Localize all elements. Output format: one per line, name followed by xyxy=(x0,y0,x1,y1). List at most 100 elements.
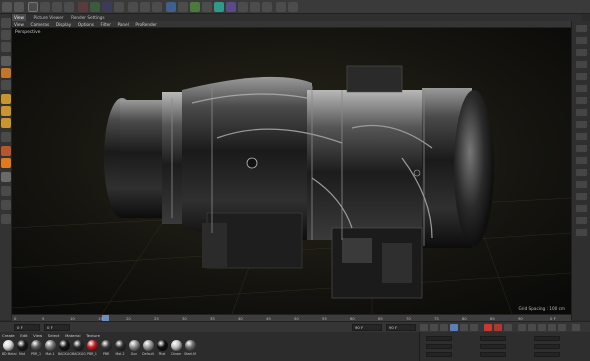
object-mode-icon[interactable] xyxy=(1,68,11,78)
menu-create[interactable]: Create xyxy=(2,333,15,339)
undo-icon[interactable] xyxy=(2,2,12,12)
render-settings-icon[interactable] xyxy=(152,2,162,12)
x-axis-icon[interactable] xyxy=(78,2,88,12)
camera-icon[interactable] xyxy=(250,2,260,12)
pla-key-icon[interactable] xyxy=(558,324,566,331)
z-axis-icon[interactable] xyxy=(102,2,112,12)
panel-toggle-icon[interactable] xyxy=(576,49,587,56)
go-to-end-icon[interactable] xyxy=(470,324,478,331)
next-key-icon[interactable] xyxy=(460,324,468,331)
play-icon[interactable] xyxy=(450,324,458,331)
record-icon[interactable] xyxy=(484,324,492,331)
material-swatch[interactable]: PBR xyxy=(100,340,112,356)
cube-icon[interactable] xyxy=(166,2,176,12)
redo-icon[interactable] xyxy=(14,2,24,12)
menu-prorender[interactable]: ProRender xyxy=(135,21,157,28)
material-swatch[interactable]: Mat.1 xyxy=(44,340,56,356)
panel-toggle-icon[interactable] xyxy=(576,85,587,92)
snap-icon[interactable] xyxy=(1,172,11,182)
layout-icon[interactable] xyxy=(288,2,298,12)
floor-icon[interactable] xyxy=(238,2,248,12)
menu-cameras[interactable]: Cameras xyxy=(31,21,50,28)
animation-mode-icon[interactable] xyxy=(1,80,11,90)
menu-panel[interactable]: Panel xyxy=(118,21,129,28)
menu-options[interactable]: Options xyxy=(78,21,94,28)
end-frame-field[interactable]: 90 F xyxy=(352,324,382,331)
size-x-field[interactable] xyxy=(480,336,506,341)
size-y-field[interactable] xyxy=(480,344,506,349)
workplane-icon[interactable] xyxy=(1,42,11,52)
material-swatch[interactable]: Pilot xyxy=(156,340,168,356)
panel-toggle-icon[interactable] xyxy=(576,217,587,224)
menu-filter[interactable]: Filter xyxy=(101,21,111,28)
panel-toggle-icon[interactable] xyxy=(576,73,587,80)
scale-key-icon[interactable] xyxy=(528,324,536,331)
tab-render-settings[interactable]: Render Settings xyxy=(71,14,104,21)
planar-workplane-icon[interactable] xyxy=(1,200,11,210)
menu-material[interactable]: Material xyxy=(65,333,80,339)
position-y-field[interactable] xyxy=(426,344,452,349)
menu-view[interactable]: View xyxy=(33,333,42,339)
cloner-icon[interactable] xyxy=(214,2,224,12)
panel-toggle-icon[interactable] xyxy=(576,133,587,140)
menu-display[interactable]: Display xyxy=(56,21,71,28)
y-axis-icon[interactable] xyxy=(90,2,100,12)
lock-workplane-icon[interactable] xyxy=(1,186,11,196)
size-z-field[interactable] xyxy=(480,352,506,357)
go-to-start-icon[interactable] xyxy=(420,324,428,331)
material-swatch[interactable]: Mat xyxy=(16,340,28,356)
panel-toggle-icon[interactable] xyxy=(576,109,587,116)
scale-icon[interactable] xyxy=(52,2,62,12)
panel-toggle-icon[interactable] xyxy=(576,157,587,164)
render-view-icon[interactable] xyxy=(128,2,138,12)
panel-toggle-icon[interactable] xyxy=(576,181,587,188)
perspective-viewport[interactable]: Perspective Grid Spacing : 100 cm xyxy=(12,28,571,314)
position-x-field[interactable] xyxy=(426,336,452,341)
python-icon[interactable] xyxy=(276,2,286,12)
coordinate-system-icon[interactable] xyxy=(114,2,124,12)
solo-icon[interactable] xyxy=(1,214,11,224)
menu-edit[interactable]: Edit xyxy=(20,333,27,339)
play-backwards-icon[interactable] xyxy=(440,324,448,331)
texture-mode-icon[interactable] xyxy=(1,30,11,40)
panel-toggle-icon[interactable] xyxy=(576,61,587,68)
points-mode-icon[interactable] xyxy=(1,94,11,104)
rotation-b-field[interactable] xyxy=(534,352,560,357)
current-frame-field[interactable]: 0 F xyxy=(44,324,70,331)
panel-toggle-icon[interactable] xyxy=(576,25,587,32)
tab-view[interactable]: View xyxy=(12,14,26,21)
material-swatch[interactable]: Chrom xyxy=(170,340,182,356)
polygons-mode-icon[interactable] xyxy=(1,118,11,128)
start-frame-field[interactable]: 0 F xyxy=(14,324,40,331)
keyframe-selection-icon[interactable] xyxy=(504,324,512,331)
bend-deformer-icon[interactable] xyxy=(226,2,236,12)
timeline-options-icon[interactable] xyxy=(572,324,580,331)
max-frame-field[interactable]: 90 F xyxy=(386,324,416,331)
material-swatch[interactable]: Steel.M xyxy=(184,340,196,356)
move-icon[interactable] xyxy=(40,2,50,12)
render-picture-viewer-icon[interactable] xyxy=(140,2,150,12)
panel-toggle-icon[interactable] xyxy=(576,229,587,236)
rotation-p-field[interactable] xyxy=(534,344,560,349)
array-icon[interactable] xyxy=(202,2,212,12)
pen-icon[interactable] xyxy=(178,2,188,12)
move-key-icon[interactable] xyxy=(518,324,526,331)
material-swatch[interactable]: BACKLIG xyxy=(72,340,86,356)
make-editable-icon[interactable] xyxy=(1,18,11,28)
tweak-icon[interactable] xyxy=(1,158,11,168)
position-z-field[interactable] xyxy=(426,352,452,357)
material-swatch[interactable]: Default xyxy=(142,340,154,356)
param-key-icon[interactable] xyxy=(548,324,556,331)
tab-picture-viewer[interactable]: Picture Viewer xyxy=(34,14,64,21)
material-swatch[interactable]: Gun xyxy=(128,340,140,356)
material-swatch[interactable]: PRR_1 xyxy=(30,340,42,356)
panel-toggle-icon[interactable] xyxy=(576,193,587,200)
menu-select[interactable]: Select xyxy=(48,333,60,339)
viewport-canvas[interactable] xyxy=(12,28,571,314)
panel-toggle-icon[interactable] xyxy=(576,97,587,104)
menu-view[interactable]: View xyxy=(14,21,24,28)
enable-axis-icon[interactable] xyxy=(1,146,11,156)
subdivision-icon[interactable] xyxy=(190,2,200,12)
edges-mode-icon[interactable] xyxy=(1,106,11,116)
previous-key-icon[interactable] xyxy=(430,324,438,331)
